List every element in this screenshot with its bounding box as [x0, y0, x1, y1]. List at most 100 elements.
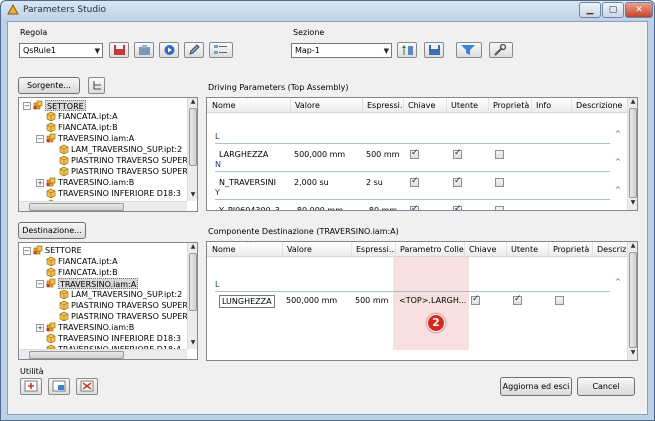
scroll-up-icon[interactable]: ▲: [628, 242, 637, 249]
vertical-scrollbar[interactable]: ▲ ▼: [187, 98, 197, 201]
value-cell[interactable]: 500,000 mm: [294, 149, 345, 160]
value-cell[interactable]: 500,000 mm: [286, 295, 337, 306]
export-utility-button[interactable]: [48, 378, 70, 395]
update-exit-button[interactable]: Aggiorna ed esci: [500, 377, 572, 396]
column-header[interactable]: Utente: [507, 242, 549, 257]
run-rule-button[interactable]: [159, 42, 179, 58]
property-checkbox[interactable]: [555, 296, 564, 305]
expander-icon[interactable]: −: [36, 280, 44, 288]
property-checkbox[interactable]: [495, 150, 504, 159]
tree-node[interactable]: TRAVERSINO.iam:B: [58, 322, 134, 333]
column-header[interactable]: Descrizione: [572, 98, 629, 113]
scrollbar-thumb[interactable]: [629, 252, 637, 348]
scroll-down-icon[interactable]: ▼: [188, 191, 197, 198]
param-name-cell[interactable]: N_TRAVERSINI: [219, 177, 276, 188]
property-checkbox[interactable]: [495, 206, 504, 210]
delete-utility-button[interactable]: [76, 378, 98, 395]
minimize-button[interactable]: ▁: [579, 2, 601, 18]
linked-param-cell[interactable]: <TOP>.LARGH...: [399, 295, 466, 306]
expression-cell[interactable]: -80 mm: [366, 205, 397, 210]
tree-node[interactable]: FIANCATA.ipt:A: [58, 111, 118, 122]
column-header[interactable]: Chiave: [465, 242, 507, 257]
add-utility-button[interactable]: [20, 378, 42, 395]
column-header[interactable]: Chiave: [404, 98, 447, 113]
regola-select[interactable]: QsRule1 ▼: [19, 43, 103, 58]
column-header[interactable]: Proprietà: [549, 242, 593, 257]
tree-node[interactable]: TRAVERSINO.iam:B: [58, 177, 134, 188]
user-checkbox[interactable]: [513, 294, 522, 305]
tree-node[interactable]: TRAVERSINO INFERIORE D18:3: [58, 188, 181, 199]
expander-icon[interactable]: −: [23, 247, 31, 255]
tree-node[interactable]: LAM_TRAVERSINO_SUP.ipt:2: [71, 289, 182, 300]
tree-node[interactable]: TRAVERSINO.iam:A: [58, 133, 134, 144]
expander-icon[interactable]: +: [36, 179, 44, 187]
column-header[interactable]: Parametro Colle...: [396, 242, 465, 257]
scroll-up-icon[interactable]: ▲: [188, 98, 197, 105]
collapse-group-icon[interactable]: ^: [615, 130, 621, 138]
scrollbar-thumb[interactable]: [189, 108, 197, 166]
scroll-down-icon[interactable]: ▼: [188, 339, 197, 346]
sezione-select[interactable]: Map-1 ▼: [291, 43, 392, 58]
horizontal-scrollbar[interactable]: [19, 349, 187, 359]
scrollbar-thumb[interactable]: [189, 253, 197, 311]
tree-node[interactable]: PIASTRINO TRAVERSO SUPER: [71, 166, 188, 177]
source-button[interactable]: Sorgente...: [18, 77, 80, 94]
maximize-button[interactable]: ▢: [602, 2, 624, 18]
column-header[interactable]: Valore: [283, 242, 352, 257]
expander-icon[interactable]: −: [23, 102, 31, 110]
expander-icon[interactable]: +: [36, 324, 44, 332]
key-checkbox[interactable]: [471, 294, 480, 305]
expander-icon[interactable]: −: [36, 135, 44, 143]
user-checkbox[interactable]: [453, 204, 462, 210]
collapse-group-icon[interactable]: ^: [615, 158, 621, 166]
driving-params-grid[interactable]: Nome Valore Espressi... Chiave Utente Proprie…: [206, 97, 638, 211]
vertical-scrollbar[interactable]: ▲ ▼: [627, 242, 637, 360]
scrollbar-thumb[interactable]: [29, 351, 124, 359]
tree-node[interactable]: FIANCATA.ipt:B: [58, 122, 118, 133]
column-header[interactable]: Proprietà: [489, 98, 532, 113]
value-cell[interactable]: 2,000 su: [294, 177, 329, 188]
destination-button[interactable]: Destinazione...: [18, 222, 86, 239]
column-header[interactable]: Info: [532, 98, 572, 113]
expression-cell[interactable]: 2 su: [366, 177, 383, 188]
tree-node[interactable]: PIASTRINO TRAVERSO SUPER: [71, 300, 188, 311]
settings-button[interactable]: [489, 42, 513, 58]
filter-button[interactable]: [456, 42, 482, 58]
key-checkbox[interactable]: [410, 148, 419, 159]
scroll-up-icon[interactable]: ▲: [188, 243, 197, 250]
tree-node[interactable]: FIANCATA.ipt:A: [58, 256, 118, 267]
rule-list-button[interactable]: [209, 42, 233, 58]
param-name-cell[interactable]: LUNGHEZZA: [219, 295, 275, 308]
tree-node[interactable]: SETTORE: [45, 245, 82, 256]
tree-node[interactable]: SETTORE: [45, 100, 86, 111]
param-name-cell[interactable]: Y_PI0604300_3: [219, 205, 280, 210]
component-dest-grid[interactable]: Nome Valore Espressi... Parametro Colle... C…: [206, 241, 638, 361]
vertical-scrollbar[interactable]: ▲ ▼: [627, 98, 637, 210]
vertical-scrollbar[interactable]: ▲ ▼: [187, 243, 197, 349]
property-checkbox[interactable]: [495, 178, 504, 187]
sort-button[interactable]: [397, 42, 417, 58]
tree-node[interactable]: LAM_TRAVERSINO_SUP.ipt:2: [71, 144, 182, 155]
column-header[interactable]: Espressi...: [363, 98, 404, 113]
close-button[interactable]: ✕: [625, 2, 653, 18]
scroll-down-icon[interactable]: ▼: [628, 349, 637, 356]
cancel-button[interactable]: Cancel: [577, 377, 635, 396]
collapse-group-icon[interactable]: ^: [615, 278, 621, 286]
tree-node[interactable]: FIANCATA.ipt:B: [58, 267, 118, 278]
scroll-up-icon[interactable]: ▲: [628, 98, 637, 105]
tree-node[interactable]: TRAVERSINO.iam:A: [58, 278, 139, 289]
scroll-down-icon[interactable]: ▼: [628, 199, 637, 206]
key-checkbox[interactable]: [410, 176, 419, 187]
expression-cell[interactable]: 500 mm: [366, 149, 399, 160]
edit-rule-button[interactable]: [184, 42, 204, 58]
save-map-button[interactable]: [424, 42, 444, 58]
user-checkbox[interactable]: [453, 148, 462, 159]
scrollbar-thumb[interactable]: [29, 203, 124, 211]
key-checkbox[interactable]: [410, 204, 419, 210]
tree-node[interactable]: TRAVERSINO INFERIORE D18:3: [58, 333, 181, 344]
column-header[interactable]: Utente: [447, 98, 489, 113]
destination-tree[interactable]: − SETTORE FIANCATA.ipt:A FIANCATA.ipt:B − TRA…: [18, 242, 198, 360]
column-header[interactable]: Espressi...: [352, 242, 396, 257]
collapse-group-icon[interactable]: ^: [615, 186, 621, 194]
user-checkbox[interactable]: [453, 176, 462, 187]
